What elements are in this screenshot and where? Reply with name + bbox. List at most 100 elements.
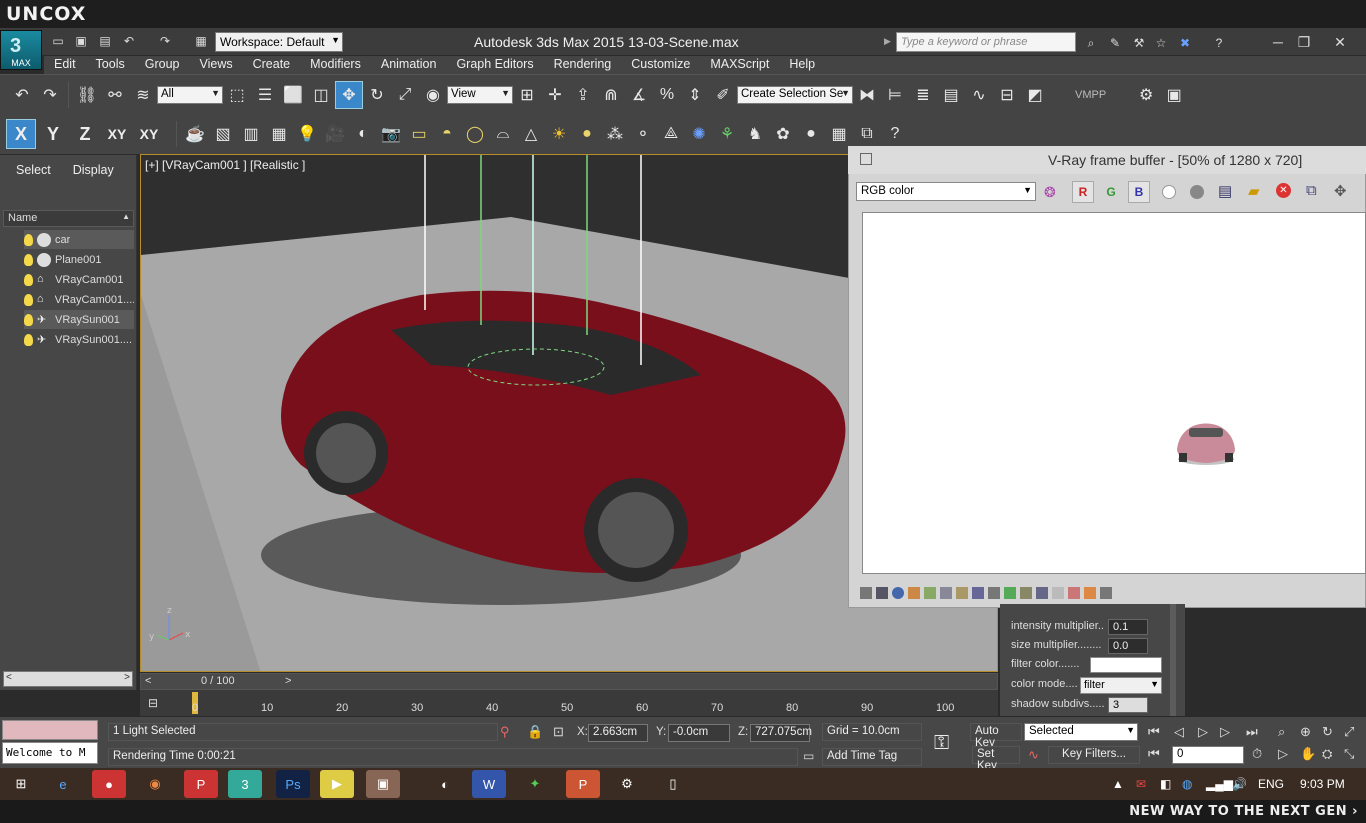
- align-icon[interactable]: ⊨: [881, 81, 909, 109]
- teapot-icon[interactable]: ☕: [181, 120, 209, 148]
- clock[interactable]: 9:03 PM: [1300, 777, 1345, 791]
- vfb-info-icon[interactable]: [892, 587, 904, 599]
- vray-mesh-export-icon[interactable]: ⟁: [657, 120, 685, 148]
- vray-frame-buffer-icon[interactable]: ▦: [825, 120, 853, 148]
- add-time-tag[interactable]: Add Time Tag: [822, 748, 922, 766]
- menu-modifiers[interactable]: Modifiers: [300, 56, 371, 74]
- start-button-icon[interactable]: ⊞: [4, 770, 38, 798]
- vray-light-lister-icon[interactable]: 💡: [293, 120, 321, 148]
- key-mode-dropdown[interactable]: Selected ▼: [1024, 723, 1138, 741]
- render-frame-icon[interactable]: ▣: [1160, 81, 1188, 109]
- vfb-lut-icon[interactable]: [988, 587, 1000, 599]
- clear-image-icon[interactable]: ✕: [1276, 183, 1291, 198]
- pan-icon[interactable]: ✋: [1300, 746, 1316, 762]
- blue-channel-button[interactable]: B: [1128, 181, 1150, 203]
- vfb-history-icon[interactable]: [860, 587, 872, 599]
- vray-toolbar-icon[interactable]: ▥: [237, 120, 265, 148]
- window-crossing-icon[interactable]: ◫: [307, 81, 335, 109]
- minimize-button[interactable]: ─: [1264, 32, 1292, 52]
- y-coord-field[interactable]: -0.0cm: [668, 724, 730, 742]
- vray-sun-icon[interactable]: ☀: [545, 120, 573, 148]
- light-bulb-icon[interactable]: [24, 253, 33, 266]
- vray-sky-icon[interactable]: ●: [573, 120, 601, 148]
- menu-edit[interactable]: Edit: [44, 56, 86, 74]
- powerpoint-icon[interactable]: P: [566, 770, 600, 798]
- vfb-srgb-icon[interactable]: [1036, 587, 1048, 599]
- x-coord-field[interactable]: 2.663cm: [588, 724, 648, 742]
- scene-list-item[interactable]: ✈ VRaySun001....: [24, 330, 134, 349]
- undo-icon[interactable]: ↶: [121, 33, 137, 49]
- viewport-label[interactable]: [+] [VRayCam001 ] [Realistic ]: [145, 158, 305, 172]
- light-bulb-icon[interactable]: [24, 273, 33, 286]
- scene-explorer-icon[interactable]: ▤: [937, 81, 965, 109]
- min-max-toggle-icon[interactable]: ⤡: [1344, 746, 1354, 762]
- track-bar[interactable]: ⊟ 0 10 20 30 40 50 60 70 80 90 100: [140, 690, 998, 716]
- time-prev-icon[interactable]: <: [145, 675, 151, 687]
- project-folder-icon[interactable]: ▦: [193, 33, 209, 49]
- go-to-start-icon[interactable]: ⏮: [1148, 724, 1160, 740]
- opera-icon[interactable]: ●: [92, 770, 126, 798]
- color-mode-dropdown[interactable]: filter ▼: [1080, 677, 1162, 694]
- restore-button[interactable]: ❐: [1290, 32, 1318, 52]
- frame-indicator[interactable]: 0 / 100: [201, 675, 235, 687]
- search-input[interactable]: Type a keyword or phrase: [896, 32, 1076, 52]
- shadow-subdivs-spinner[interactable]: 3: [1108, 697, 1148, 713]
- scale-icon[interactable]: ⤢: [391, 81, 419, 109]
- tray-network-icon[interactable]: ◍: [1182, 777, 1192, 791]
- app-green-icon[interactable]: ✦: [518, 770, 552, 798]
- 3ds-max-taskbar-icon[interactable]: 3: [228, 770, 262, 798]
- lock-icon[interactable]: 🔒: [527, 724, 543, 740]
- walk-through-icon[interactable]: ⛭: [1322, 746, 1332, 762]
- vray-grass-icon[interactable]: ⚘: [713, 120, 741, 148]
- select-by-name-icon[interactable]: ☰: [251, 81, 279, 109]
- light-bulb-icon[interactable]: [24, 313, 33, 326]
- axis-xy-cycle-button[interactable]: XY: [134, 119, 164, 149]
- app-settings-icon[interactable]: ⚙: [610, 770, 644, 798]
- binoculars-icon[interactable]: ⌕: [1082, 34, 1100, 52]
- intensity-multiplier-spinner[interactable]: 0.1: [1108, 619, 1148, 635]
- photoshop-icon[interactable]: Ps: [276, 770, 310, 798]
- redo-icon[interactable]: ↷: [157, 33, 173, 49]
- menu-customize[interactable]: Customize: [621, 56, 700, 74]
- app-menu-button[interactable]: 3 MAX: [0, 30, 42, 70]
- vfb-hsl-icon[interactable]: [972, 587, 984, 599]
- vfb-white-balance-icon[interactable]: [956, 587, 968, 599]
- time-config-icon[interactable]: ⏱: [1252, 746, 1262, 762]
- curve-editor-icon[interactable]: ∿: [965, 81, 993, 109]
- time-slider[interactable]: < 0 / 100 >: [140, 673, 998, 690]
- axis-xy-button[interactable]: XY: [102, 119, 132, 149]
- vfb-levels-icon[interactable]: [908, 587, 920, 599]
- menu-rendering[interactable]: Rendering: [544, 56, 622, 74]
- mini-curve-editor-icon[interactable]: ⊟: [148, 696, 168, 710]
- axis-x-button[interactable]: X: [6, 119, 36, 149]
- channel-dropdown[interactable]: RGB color ▼: [856, 182, 1036, 201]
- menu-maxscript[interactable]: MAXScript: [700, 56, 779, 74]
- language-indicator[interactable]: ENG: [1258, 777, 1284, 791]
- hf-icon[interactable]: ♞: [741, 120, 769, 148]
- save-image-icon[interactable]: ▤: [1218, 182, 1232, 200]
- media-player-icon[interactable]: ▶: [320, 770, 354, 798]
- notepad-icon[interactable]: ▯: [656, 770, 690, 798]
- keyboard-shortcut-icon[interactable]: ⇪: [569, 81, 597, 109]
- vray-dome-light-icon[interactable]: ◓: [433, 120, 461, 148]
- vray-particles-icon[interactable]: ⚬: [629, 120, 657, 148]
- tab-select[interactable]: Select: [16, 163, 51, 177]
- set-key-button[interactable]: Set Key: [972, 746, 1020, 772]
- name-column-header[interactable]: Name ▲: [3, 210, 134, 227]
- firefox-icon[interactable]: ◉: [138, 770, 172, 798]
- red-channel-button[interactable]: R: [1072, 181, 1094, 203]
- vfb-titlebar[interactable]: V-Ray frame buffer - [50% of 1280 x 720]: [848, 146, 1366, 174]
- menu-group[interactable]: Group: [135, 56, 190, 74]
- axis-z-button[interactable]: Z: [70, 119, 100, 149]
- vfb-curves-icon[interactable]: [924, 587, 936, 599]
- vray-plane-light-icon[interactable]: ▭: [405, 120, 433, 148]
- app-circle-icon[interactable]: ◐: [428, 770, 462, 798]
- vray-texmap-icon[interactable]: ✿: [769, 120, 797, 148]
- vray-proxy-icon[interactable]: ⁂: [601, 120, 629, 148]
- filter-color-swatch[interactable]: [1090, 657, 1162, 673]
- load-image-icon[interactable]: ▰: [1248, 182, 1260, 200]
- mono-channel-icon[interactable]: [1190, 185, 1204, 199]
- help-icon[interactable]: ?: [1210, 34, 1228, 52]
- redo-icon[interactable]: ↷: [36, 81, 64, 109]
- schematic-view-icon[interactable]: ⊟: [993, 81, 1021, 109]
